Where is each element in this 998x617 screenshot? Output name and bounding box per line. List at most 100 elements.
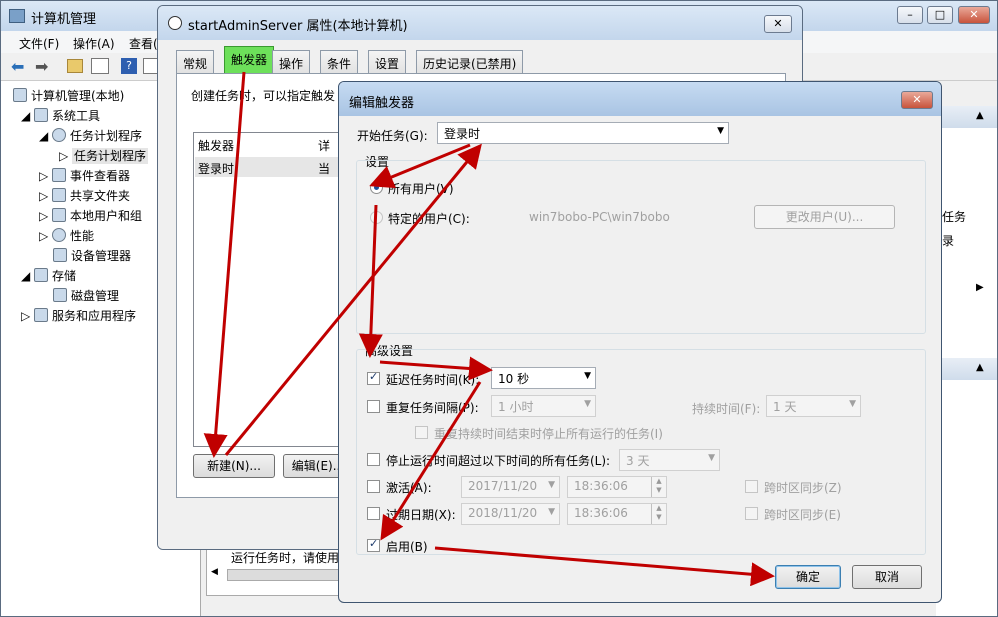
edit-trigger-dialog: 编辑触发器 ✕ 开始任务(G): 登录时 ▼ 设置 所有用户(V) 特定的用户(… [338,81,942,603]
spinner-icon[interactable]: ▲ ▼ [651,477,666,497]
repeat-dropdown[interactable]: 1 小时 ▼ [491,395,596,417]
user-name: win7bobo-PC\win7bobo [529,210,670,224]
change-user-button[interactable]: 更改用户(U)... [754,205,895,229]
tree-item-task-scheduler[interactable]: ◢ 任务计划程序 [39,127,142,144]
start-task-label: 开始任务(G): [357,129,428,143]
tree-item-device-manager[interactable]: 设备管理器 [53,247,131,264]
props-close-button[interactable]: ✕ [764,15,792,33]
col-trigger-header[interactable]: 触发器 [198,137,234,154]
tab-history[interactable]: 历史记录(已禁用) [416,50,524,74]
stop-longer-dropdown[interactable]: 3 天 ▼ [619,449,720,471]
tree-item-disk-management[interactable]: 磁盘管理 [53,287,119,304]
start-task-dropdown[interactable]: 登录时 ▼ [437,122,729,144]
bottom-text: 运行任务时，请使用 [231,551,340,565]
tree-item-performance[interactable]: ▷ 性能 [39,227,94,244]
menu-action[interactable]: 操作(A) [73,35,115,52]
tab-actions[interactable]: 操作 [272,50,311,74]
tree-label: 系统工具 [52,109,101,123]
stop-at-end-checkbox[interactable] [415,426,428,439]
tree-item-shared-folders[interactable]: ▷ 共享文件夹 [39,187,130,204]
chevron-down-icon: ▼ [717,126,724,136]
tree-item-system-tools[interactable]: ◢ 系统工具 [21,107,100,124]
action-text-2[interactable]: 录 [942,232,954,249]
tree-item-event-viewer[interactable]: ▷ 事件查看器 [39,167,130,184]
delay-checkbox[interactable] [367,370,380,385]
collapse-icon[interactable]: ▲ [976,110,984,121]
stop-at-end-label[interactable]: 重复持续时间结束时停止所有运行的任务(I) [434,425,663,442]
up-folder-icon[interactable] [67,59,83,73]
specific-user-label[interactable]: 特定的用户(C): [388,210,470,227]
tab-triggers[interactable]: 触发器 [224,46,275,74]
chevron-down-icon: ▼ [584,399,591,409]
minimize-button[interactable]: – [897,6,923,24]
users-icon [52,208,67,222]
sync-timezone-checkbox-2[interactable] [745,507,758,520]
sync-timezone-checkbox-1[interactable] [745,480,758,493]
mmc-title: 计算机管理 [31,12,97,27]
delay-dropdown[interactable]: 10 秒 ▼ [491,367,596,389]
back-icon[interactable]: ⬅ [11,57,24,76]
enabled-label[interactable]: 启用(B) [386,538,428,555]
activate-label[interactable]: 激活(A): [386,479,432,496]
sync-timezone-label-1[interactable]: 跨时区同步(Z) [764,479,842,496]
stop-longer-label[interactable]: 停止运行时间超过以下时间的所有任务(L): [386,452,610,469]
tree-label: 任务计划程序 [70,129,143,143]
dialog-title: 编辑触发器 [349,96,415,111]
dialog-close-button[interactable]: ✕ [901,91,933,109]
delay-label[interactable]: 延迟任务时间(K): [386,371,479,388]
expire-time-spinner[interactable]: 18:36:06 ▲ ▼ [567,503,667,525]
tree-item-task-library[interactable]: ▷ 任务计划程序 [59,147,149,164]
spinner-icon[interactable]: ▲ ▼ [651,504,666,524]
activate-time-spinner[interactable]: 18:36:06 ▲ ▼ [567,476,667,498]
new-trigger-button[interactable]: 新建(N)... [193,454,275,478]
shared-folder-icon [52,188,67,202]
help-icon[interactable]: ? [121,58,137,74]
submenu-arrow-icon[interactable]: ▶ [976,282,984,293]
maximize-button[interactable]: □ [927,6,953,24]
scroll-left-icon[interactable]: ◀ [211,567,218,577]
collapse-icon[interactable]: ▲ [976,362,984,373]
console-tree-icon[interactable] [91,58,109,74]
chevron-down-icon: ▼ [548,480,555,490]
tab-settings[interactable]: 设置 [368,50,407,74]
specific-user-radio[interactable] [370,211,383,224]
cancel-button[interactable]: 取消 [852,565,922,589]
tree-item-local-users[interactable]: ▷ 本地用户和组 [39,207,142,224]
all-users-radio[interactable] [370,181,383,194]
table-row[interactable]: 登录时 当 [195,157,343,177]
action-text-1[interactable]: 任务 [942,208,966,225]
all-users-label[interactable]: 所有用户(V) [388,180,454,197]
tools-icon [34,108,49,122]
col-detail-header[interactable]: 详 [318,137,330,154]
forward-icon[interactable]: ➡ [35,57,48,76]
enabled-checkbox[interactable] [367,537,380,552]
tab-conditions[interactable]: 条件 [320,50,359,74]
repeat-checkbox[interactable] [367,400,380,413]
stop-longer-value: 3 天 [626,454,650,468]
actions-pane: ▲ 任务 录 ▶ ▲ [936,106,997,616]
tab-general[interactable]: 常规 [176,50,215,74]
expire-time: 18:36:06 [574,506,628,520]
menu-file[interactable]: 文件(F) [19,35,59,52]
duration-value: 1 天 [773,400,797,414]
row-detail: 当 [318,162,331,176]
repeat-label[interactable]: 重复任务间隔(P): [386,399,479,416]
ok-button[interactable]: 确定 [775,565,841,589]
activate-time: 18:36:06 [574,479,628,493]
stop-longer-checkbox[interactable] [367,453,380,466]
tree-item-services[interactable]: ▷ 服务和应用程序 [21,307,136,324]
tree-item-storage[interactable]: ◢ 存储 [21,267,76,284]
hscrollbar[interactable] [227,569,347,581]
sync-timezone-label-2[interactable]: 跨时区同步(E) [764,506,841,523]
activate-checkbox[interactable] [367,480,380,493]
tree-item-root[interactable]: 计算机管理(本地) [13,87,124,104]
expire-label[interactable]: 过期日期(X): [386,506,456,523]
duration-dropdown[interactable]: 1 天 ▼ [766,395,861,417]
props-title: startAdminServer 属性(本地计算机) [188,19,408,34]
expire-date-picker[interactable]: 2018/11/20 ▼ [461,503,560,525]
menu-view[interactable]: 查看( [129,35,158,52]
activate-date-picker[interactable]: 2017/11/20 ▼ [461,476,560,498]
expire-checkbox[interactable] [367,507,380,520]
center-bottom: 运行任务时，请使用 ◀ [206,546,347,596]
close-button[interactable]: ✕ [958,6,990,24]
